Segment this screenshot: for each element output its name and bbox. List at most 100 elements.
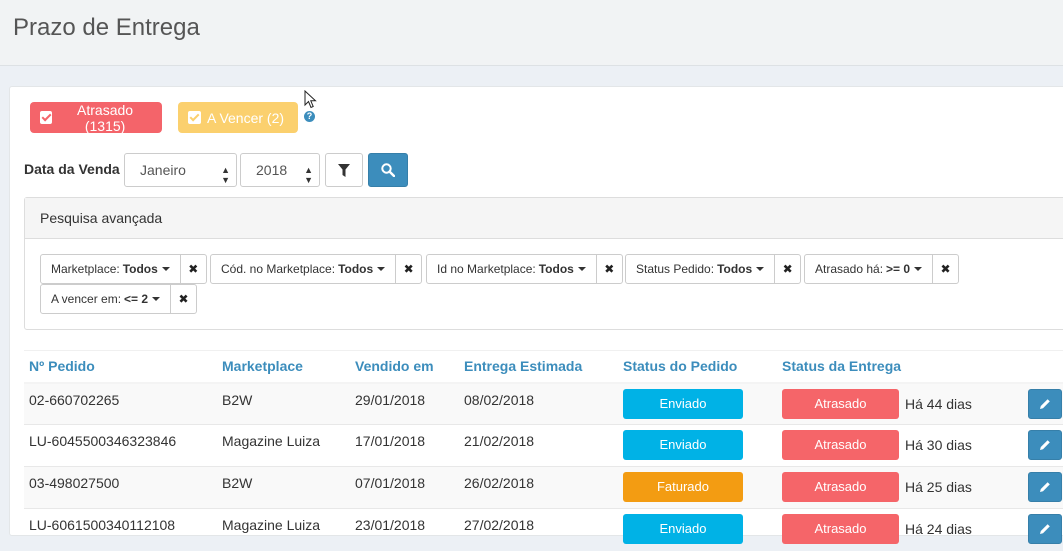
select-arrows-icon: ▲ ▼ bbox=[304, 165, 313, 185]
order-status-badge: Enviado bbox=[623, 388, 743, 419]
delay-text: Há 30 dias bbox=[905, 437, 972, 453]
delivery-status-badge: Atrasado bbox=[782, 388, 899, 419]
table-row: 03-498027500 B2W 07/01/2018 26/02/2018 F… bbox=[24, 466, 1063, 509]
filter-chip-due-in[interactable]: A vencer em: <= 2 ✖ bbox=[40, 284, 198, 314]
caret-down-icon bbox=[377, 267, 386, 271]
times-icon[interactable]: ✖ bbox=[179, 255, 206, 283]
check-square-icon bbox=[40, 111, 53, 124]
pencil-icon bbox=[1040, 398, 1050, 409]
year-value: 2018 bbox=[256, 162, 288, 178]
sold-date: 29/01/2018 bbox=[350, 382, 459, 425]
year-select[interactable]: 2018 ▲ ▼ bbox=[240, 153, 320, 187]
advanced-search-heading[interactable]: Pesquisa avançada bbox=[25, 198, 1063, 239]
sold-date: 23/01/2018 bbox=[350, 508, 459, 551]
caret-down-icon bbox=[756, 267, 765, 271]
pencil-icon bbox=[1040, 440, 1050, 450]
chip-value: <= 2 bbox=[124, 292, 149, 306]
pencil-icon bbox=[1040, 524, 1050, 534]
column-header-marketplace[interactable]: Marketplace bbox=[217, 350, 350, 384]
chip-value: Todos bbox=[538, 262, 574, 276]
times-icon[interactable]: ✖ bbox=[170, 285, 196, 313]
marketplace-cell: B2W bbox=[217, 382, 350, 425]
check-square-icon bbox=[188, 111, 201, 124]
chip-label: Status Pedido: bbox=[636, 262, 715, 276]
chip-label: Atrasado há: bbox=[815, 262, 884, 276]
mouse-pointer-icon bbox=[304, 90, 317, 109]
chip-label: Id no Marketplace: bbox=[437, 262, 536, 276]
order-status-badge: Enviado bbox=[623, 514, 743, 544]
delay-text: Há 25 dias bbox=[905, 479, 972, 495]
month-value: Janeiro bbox=[140, 162, 186, 178]
page-title: Prazo de Entrega bbox=[13, 14, 200, 41]
due-tag-label: A Vencer (2) bbox=[207, 109, 285, 126]
delay-text: Há 24 dias bbox=[905, 521, 972, 537]
chip-label: A vencer em: bbox=[51, 292, 122, 306]
chip-dropdown[interactable]: Marketplace: Todos bbox=[41, 255, 180, 283]
order-number: 02-660702265 bbox=[24, 382, 217, 425]
chip-dropdown[interactable]: Status Pedido: Todos bbox=[626, 255, 774, 283]
caret-down-icon bbox=[914, 267, 923, 271]
filter-chip-late-since[interactable]: Atrasado há: >= 0 ✖ bbox=[804, 254, 960, 284]
column-header-delivery-status[interactable]: Status da Entrega bbox=[777, 350, 1023, 384]
filter-chip-marketplace[interactable]: Marketplace: Todos ✖ bbox=[40, 254, 207, 284]
estimated-date: 21/02/2018 bbox=[459, 424, 618, 467]
delivery-status-badge: Atrasado bbox=[782, 472, 899, 502]
order-number: LU-6061500340112108 bbox=[24, 508, 217, 551]
sold-date: 07/01/2018 bbox=[350, 466, 459, 509]
chip-value: Todos bbox=[122, 262, 158, 276]
edit-button[interactable] bbox=[1028, 514, 1062, 544]
delivery-status-badge: Atrasado bbox=[782, 514, 899, 544]
times-icon[interactable]: ✖ bbox=[395, 255, 421, 283]
edit-button[interactable] bbox=[1028, 388, 1062, 419]
due-tag-button[interactable]: A Vencer (2) bbox=[178, 102, 298, 133]
column-header-actions bbox=[1023, 350, 1063, 384]
marketplace-cell: Magazine Luiza bbox=[217, 424, 350, 467]
table-header-row: Nº Pedido Marketplace Vendido em Entrega… bbox=[24, 350, 1063, 384]
late-tag-label: Atrasado (1315) bbox=[77, 101, 134, 134]
edit-button[interactable] bbox=[1028, 472, 1062, 502]
caret-down-icon bbox=[577, 267, 586, 271]
delivery-status-badge: Atrasado bbox=[782, 430, 899, 460]
filter-button[interactable] bbox=[325, 153, 363, 187]
month-select[interactable]: Janeiro ▲ ▼ bbox=[124, 153, 237, 187]
filter-chip-order-status[interactable]: Status Pedido: Todos ✖ bbox=[625, 254, 802, 284]
filter-chip-marketplace-id[interactable]: Id no Marketplace: Todos ✖ bbox=[426, 254, 623, 284]
search-button[interactable] bbox=[368, 153, 408, 187]
table-row: LU-6045500346323846 Magazine Luiza 17/01… bbox=[24, 424, 1063, 467]
times-icon[interactable]: ✖ bbox=[595, 255, 622, 283]
marketplace-cell: B2W bbox=[217, 466, 350, 509]
sale-date-label: Data da Venda bbox=[24, 161, 120, 177]
caret-down-icon bbox=[152, 297, 161, 301]
select-arrows-icon: ▲ ▼ bbox=[221, 165, 230, 185]
chip-label: Cód. no Marketplace: bbox=[221, 262, 336, 276]
estimated-date: 27/02/2018 bbox=[459, 508, 618, 551]
question-circle-icon[interactable]: ? bbox=[304, 111, 315, 122]
orders-table: Nº Pedido Marketplace Vendido em Entrega… bbox=[24, 350, 1063, 551]
chip-label: Marketplace: bbox=[51, 262, 120, 276]
order-number: LU-6045500346323846 bbox=[24, 424, 217, 467]
times-icon[interactable]: ✖ bbox=[932, 255, 958, 283]
chip-dropdown[interactable]: Atrasado há: >= 0 bbox=[805, 255, 932, 283]
column-header-order[interactable]: Nº Pedido bbox=[24, 350, 217, 384]
edit-button[interactable] bbox=[1028, 430, 1062, 460]
order-number: 03-498027500 bbox=[24, 466, 217, 509]
table-row: 02-660702265 B2W 29/01/2018 08/02/2018 E… bbox=[24, 382, 1063, 425]
order-status-badge: Enviado bbox=[623, 430, 743, 460]
chip-dropdown[interactable]: Cód. no Marketplace: Todos bbox=[211, 255, 395, 283]
late-tag-button[interactable]: Atrasado (1315) bbox=[30, 101, 162, 134]
filter-icon bbox=[338, 163, 350, 177]
chip-dropdown[interactable]: A vencer em: <= 2 bbox=[41, 285, 170, 313]
filter-chip-marketplace-code[interactable]: Cód. no Marketplace: Todos ✖ bbox=[210, 254, 423, 284]
chip-value: >= 0 bbox=[886, 262, 911, 276]
marketplace-cell: Magazine Luiza bbox=[217, 508, 350, 551]
column-header-estimated-delivery[interactable]: Entrega Estimada bbox=[459, 350, 618, 384]
times-icon[interactable]: ✖ bbox=[774, 255, 800, 283]
pencil-icon bbox=[1040, 482, 1050, 492]
order-status-badge: Faturado bbox=[623, 472, 743, 502]
estimated-date: 08/02/2018 bbox=[459, 382, 618, 425]
column-header-order-status[interactable]: Status do Pedido bbox=[618, 350, 777, 384]
column-header-sold-on[interactable]: Vendido em bbox=[350, 350, 459, 384]
sold-date: 17/01/2018 bbox=[350, 424, 459, 467]
chip-dropdown[interactable]: Id no Marketplace: Todos bbox=[427, 255, 596, 283]
delay-text: Há 44 dias bbox=[905, 395, 972, 412]
